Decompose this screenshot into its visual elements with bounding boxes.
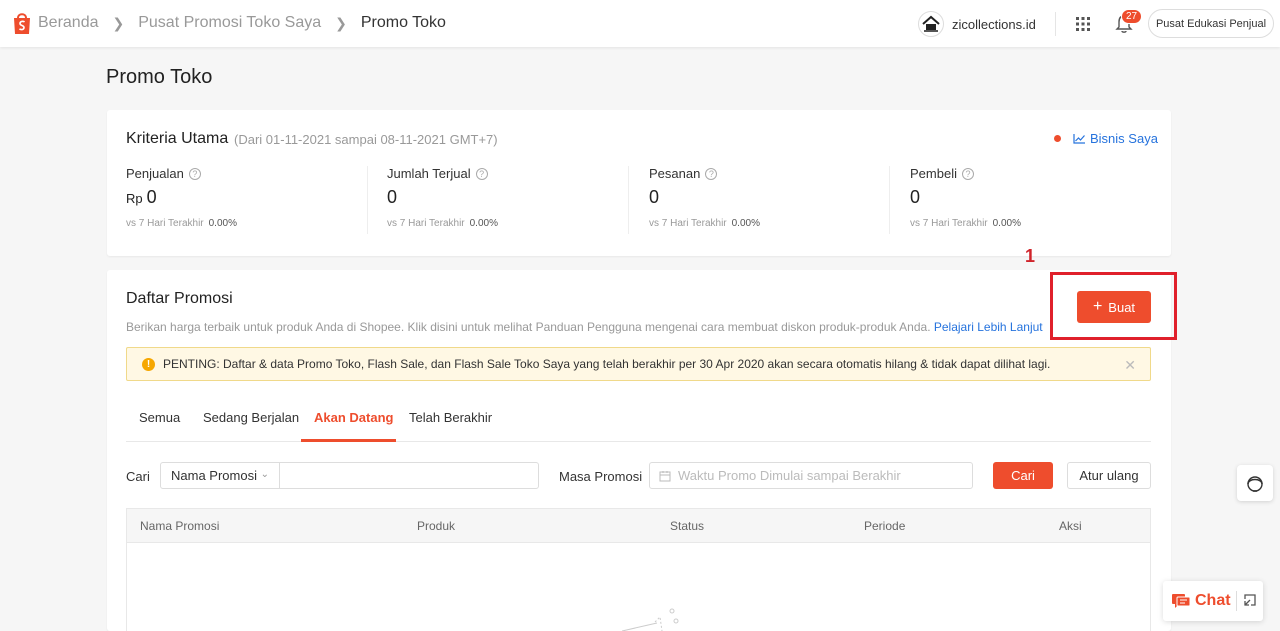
chat-divider [1236, 591, 1237, 611]
period-label: Masa Promosi [559, 469, 643, 484]
metric-currency: Rp [126, 191, 143, 206]
minimize-icon[interactable] [1243, 593, 1257, 607]
metric-label: Pesanan [649, 166, 701, 181]
important-alert: ! PENTING: Daftar & data Promo Toko, Fla… [126, 347, 1151, 381]
metric-compare-value: 0.00% [208, 218, 237, 229]
column-nama-promosi: Nama Promosi [140, 519, 220, 533]
create-label: Buat [1108, 299, 1136, 315]
column-aksi: Aksi [1059, 519, 1082, 533]
metric-compare-value: 0.00% [731, 218, 760, 229]
help-icon[interactable]: ? [705, 167, 718, 180]
header-divider [1055, 12, 1056, 36]
metric-divider [628, 166, 629, 234]
help-icon[interactable]: ? [188, 167, 201, 180]
page-title: Promo Toko [106, 66, 213, 88]
chat-label: Chat [1195, 592, 1231, 609]
metric-divider [367, 166, 368, 234]
plus-icon: + [1092, 298, 1103, 315]
breadcrumb-current: Promo Toko [360, 14, 446, 31]
metric-compare-value: 0.00% [992, 218, 1021, 229]
metric-divider [889, 166, 890, 234]
metric-value: 0 [387, 187, 398, 207]
chevron-right-icon: ❯ [335, 14, 347, 31]
notification-badge: 27 [1121, 9, 1143, 24]
chat-widget[interactable]: Chat [1163, 581, 1263, 621]
chevron-down-icon: ⌄ [260, 469, 269, 480]
metric-compare-label: vs 7 Hari Terakhir [126, 218, 204, 229]
line-chart-icon [1073, 134, 1085, 144]
learn-more-link[interactable]: Pelajari Lebih Lanjut [934, 320, 1043, 334]
search-input[interactable] [279, 462, 539, 489]
bisnis-saya-link[interactable]: Bisnis Saya [1073, 131, 1158, 146]
help-icon[interactable]: ? [475, 167, 488, 180]
metric-compare-label: vs 7 Hari Terakhir [387, 218, 465, 229]
top-bar: Beranda ❯ Pusat Promosi Toko Saya ❯ Prom… [0, 0, 1280, 47]
empty-state-illustration [622, 608, 679, 631]
metric-label: Jumlah Terjual [387, 166, 471, 181]
search-field-value: Nama Promosi [171, 468, 257, 483]
metric-pembeli: Pembeli? 0 vs 7 Hari Terakhir 0.00% [910, 166, 1150, 236]
house-logo-icon [922, 15, 940, 32]
promotion-table: Nama Promosi Produk Status Periode Aksi [126, 508, 1151, 631]
shop-name: zicollections.id [952, 16, 1036, 32]
key-metrics-range: (Dari 01-11-2021 sampai 08-11-2021 GMT+7… [234, 132, 498, 147]
metric-label: Penjualan [126, 166, 184, 181]
key-metrics-title: Kriteria Utama [126, 130, 229, 147]
tab-semua[interactable]: Semua [139, 410, 180, 425]
breadcrumb-pusat-promosi[interactable]: Pusat Promosi Toko Saya [138, 14, 321, 32]
breadcrumb-beranda[interactable]: Beranda [38, 14, 99, 32]
active-tab-indicator [301, 439, 396, 442]
breadcrumb: Beranda ❯ Pusat Promosi Toko Saya ❯ Prom… [38, 14, 446, 32]
metric-compare-label: vs 7 Hari Terakhir [910, 218, 988, 229]
shop-avatar [918, 11, 944, 37]
search-field-select[interactable]: Nama Promosi ⌄ [160, 462, 280, 489]
metric-value: 0 [910, 187, 921, 207]
promotion-list-description: Berikan harga terbaik untuk produk Anda … [126, 320, 1043, 334]
metric-value: 0 [649, 187, 660, 207]
column-periode: Periode [864, 519, 906, 533]
help-icon[interactable]: ? [961, 167, 974, 180]
status-tabs: Semua Sedang Berjalan Akan Datang Telah … [126, 398, 1151, 442]
metric-value: 0 [146, 187, 157, 207]
chevron-right-icon: ❯ [112, 14, 125, 31]
description-text: Berikan harga terbaik untuk produk Anda … [126, 320, 931, 334]
search-button[interactable]: Cari [993, 462, 1053, 489]
chat-bubble-icon [1172, 594, 1190, 608]
seller-education-button[interactable]: Pusat Edukasi Penjual [1148, 9, 1274, 38]
tab-sedang-berjalan[interactable]: Sedang Berjalan [203, 410, 299, 425]
table-header: Nama Promosi Produk Status Periode Aksi [127, 509, 1150, 543]
metric-compare-value: 0.00% [469, 218, 498, 229]
create-promo-button[interactable]: + Buat [1077, 291, 1151, 323]
calendar-icon [659, 470, 671, 481]
headset-icon [1247, 476, 1263, 492]
tab-telah-berakhir[interactable]: Telah Berakhir [409, 410, 492, 425]
key-metrics-card: Kriteria Utama (Dari 01-11-2021 sampai 0… [107, 110, 1171, 256]
metric-compare-label: vs 7 Hari Terakhir [649, 218, 727, 229]
warning-icon: ! [142, 357, 155, 371]
metric-jumlah-terjual: Jumlah Terjual? 0 vs 7 Hari Terakhir 0.00… [387, 166, 627, 236]
period-placeholder: Waktu Promo Dimulai sampai Berakhir [678, 468, 901, 483]
close-icon[interactable]: ✕ [1124, 357, 1136, 374]
tab-akan-datang[interactable]: Akan Datang [314, 410, 393, 425]
metric-pesanan: Pesanan? 0 vs 7 Hari Terakhir 0.00% [649, 166, 889, 236]
shopee-logo-icon[interactable] [11, 11, 33, 35]
column-status: Status [670, 519, 705, 533]
search-label: Cari [126, 469, 150, 484]
shop-account[interactable]: zicollections.id [918, 11, 1036, 37]
column-produk: Produk [417, 519, 456, 533]
apps-grid-icon[interactable] [1075, 16, 1091, 32]
status-dot [1054, 135, 1061, 142]
promotion-list-title: Daftar Promosi [126, 290, 233, 307]
metric-penjualan: Penjualan? Rp 0 vs 7 Hari Terakhir 0.00% [126, 166, 366, 236]
alert-text: PENTING: Daftar & data Promo Toko, Flash… [163, 357, 1051, 371]
reset-button[interactable]: Atur ulang [1067, 462, 1151, 489]
period-date-range-input[interactable]: Waktu Promo Dimulai sampai Berakhir [649, 462, 973, 489]
bisnis-saya-label: Bisnis Saya [1090, 131, 1158, 146]
customer-service-button[interactable] [1237, 465, 1273, 501]
metric-label: Pembeli [910, 166, 957, 181]
annotation-number: 1 [1025, 246, 1036, 266]
